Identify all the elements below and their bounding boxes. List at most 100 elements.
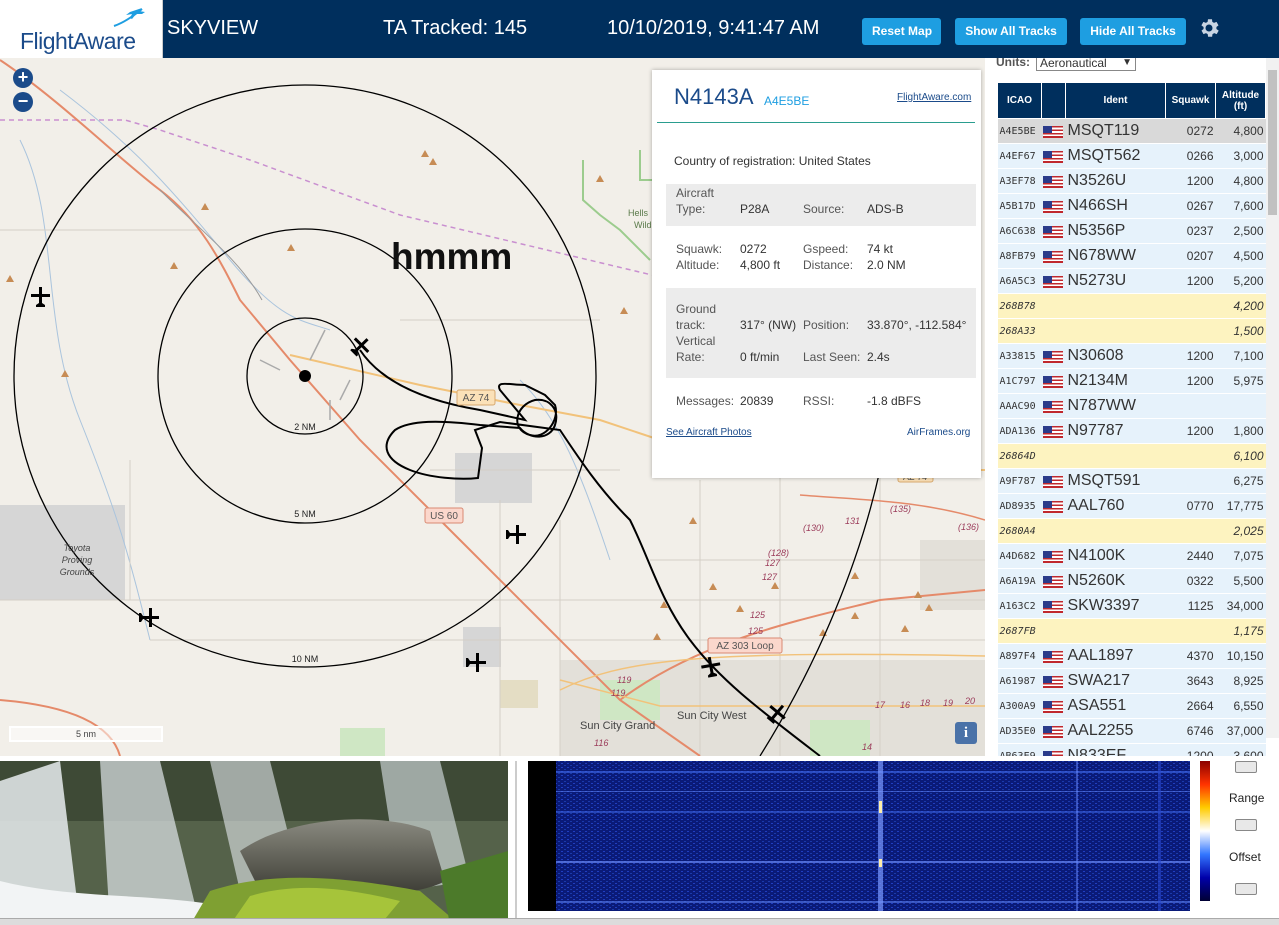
range-slider-knob[interactable] <box>1235 819 1257 831</box>
park-area <box>340 728 385 756</box>
boundary-line <box>639 150 652 181</box>
aircraft-table: ICAO Ident Squawk Altitude (ft) A4E5BE MSQ… <box>997 82 1266 756</box>
aircraft-row[interactable]: A5B17D N466SH 0267 7,600 <box>997 193 1266 219</box>
aircraft-row[interactable]: AAAC90 N787WW <box>997 393 1266 419</box>
position-label: Position: <box>803 318 850 332</box>
popup-band-messages: Messages: 20839 RSSI: -1.8 dBFS <box>666 388 976 418</box>
aircraft-icao: A897F4 <box>997 643 1042 669</box>
aircraft-row[interactable]: A4D682 N4100K 2440 7,075 <box>997 543 1266 569</box>
country-flag-icon <box>1041 243 1066 269</box>
us-flag-icon <box>1042 675 1063 688</box>
col-altitude[interactable]: Altitude (ft) <box>1215 82 1266 119</box>
us-flag-icon <box>1042 125 1063 138</box>
aircraft-row[interactable]: 268B78 4,200 <box>997 293 1266 319</box>
aircraft-row[interactable]: AB63E9 N833EF 1200 3,600 <box>997 743 1266 756</box>
aircraft-squawk: 1200 <box>1165 268 1216 294</box>
altitude-header-line2: (ft) <box>1233 100 1248 112</box>
zoom-in-button[interactable]: + <box>13 68 33 88</box>
popup-band-type: Aircraft Type: P28A Source: ADS-B <box>666 184 976 226</box>
aircraft-row[interactable]: A4EF67 MSQT562 0266 3,000 <box>997 143 1266 169</box>
us-flag-icon <box>1042 400 1063 413</box>
type-label: Type: <box>676 202 706 216</box>
hide-all-tracks-button[interactable]: Hide All Tracks <box>1080 18 1186 45</box>
aircraft-row[interactable]: A1C797 N2134M 1200 5,975 <box>997 368 1266 394</box>
aircraft-row[interactable]: A6A5C3 N5273U 1200 5,200 <box>997 268 1266 294</box>
reset-map-button[interactable]: Reset Map <box>862 18 941 45</box>
aircraft-row[interactable]: A9F787 MSQT591 6,275 <box>997 468 1266 494</box>
aircraft-row[interactable]: AD8935 AAL760 0770 17,775 <box>997 493 1266 519</box>
zoom-out-button[interactable]: − <box>13 92 33 112</box>
popup-divider <box>657 122 975 123</box>
aircraft-row[interactable]: ADA136 N97787 1200 1,800 <box>997 418 1266 444</box>
aircraft-ident: N2134M <box>1065 368 1166 394</box>
aircraft-icao: 26864D <box>997 443 1042 469</box>
map-info-button[interactable]: i <box>955 722 977 744</box>
photo-image <box>0 761 508 925</box>
aircraft-icao: 2680A4 <box>997 518 1042 544</box>
tracked-count: TA Tracked: 145 <box>383 17 528 39</box>
us-flag-icon <box>1042 650 1063 663</box>
popup-band-squawk: Squawk: 0272 Gspeed: 74 kt Altitude: 4,8… <box>666 236 976 278</box>
aircraft-list-panel: Units: Aeronautical ▼ ICAO Ident Squawk … <box>985 58 1279 756</box>
svg-text:(135): (135) <box>890 504 911 514</box>
offset-slider-knob[interactable] <box>1235 883 1257 895</box>
show-all-tracks-button[interactable]: Show All Tracks <box>955 18 1067 45</box>
us-flag-icon <box>1042 375 1063 388</box>
aircraft-row[interactable]: AD35E0 AAL2255 6746 37,000 <box>997 718 1266 744</box>
aircraft-altitude: 5,200 <box>1215 268 1266 294</box>
aircraft-row[interactable]: A8FB79 N678WW 0207 4,500 <box>997 243 1266 269</box>
aircraft-squawk <box>1165 293 1216 319</box>
aircraft-row[interactable]: A300A9 ASA551 2664 6,550 <box>997 693 1266 719</box>
aircraft-altitude: 5,500 <box>1215 568 1266 594</box>
aircraft-ident: N5260K <box>1065 568 1166 594</box>
col-icao[interactable]: ICAO <box>997 82 1042 119</box>
aircraft-row[interactable]: A61987 SWA217 3643 8,925 <box>997 668 1266 694</box>
aircraft-icao: A6C638 <box>997 218 1042 244</box>
flightaware-logo[interactable]: FlightAware <box>0 0 163 58</box>
col-squawk[interactable]: Squawk <box>1165 82 1216 119</box>
aircraft-photos-link[interactable]: See Aircraft Photos <box>666 427 752 438</box>
source-label: Source: <box>803 202 845 216</box>
receiver-location-marker[interactable] <box>299 370 311 382</box>
aircraft-ident: MSQT562 <box>1065 143 1166 169</box>
aircraft-icao: A61987 <box>997 668 1042 694</box>
svg-text:119: 119 <box>617 675 631 685</box>
popup-hex[interactable]: A4E5BE <box>764 94 809 108</box>
aircraft-row[interactable]: 2680A4 2,025 <box>997 518 1266 544</box>
aircraft-row[interactable]: 26864D 6,100 <box>997 443 1266 469</box>
waterfall-spectrum[interactable] <box>528 761 1190 911</box>
aircraft-squawk: 6746 <box>1165 718 1216 744</box>
aircraft-squawk <box>1165 468 1216 494</box>
aircraft-altitude: 6,275 <box>1215 468 1266 494</box>
aircraft-row[interactable]: A4E5BE MSQT119 0272 4,800 <box>997 118 1266 144</box>
airframes-link[interactable]: AirFrames.org <box>907 427 970 438</box>
aircraft-row[interactable]: 2687FB 1,175 <box>997 618 1266 644</box>
flightaware-link[interactable]: FlightAware.com <box>897 92 971 103</box>
svg-text:16: 16 <box>900 700 910 710</box>
aircraft-row[interactable]: A897F4 AAL1897 4370 10,150 <box>997 643 1266 669</box>
col-flag[interactable] <box>1041 82 1066 119</box>
aircraft-icao: A1C797 <box>997 368 1042 394</box>
svg-text:127: 127 <box>762 572 778 582</box>
aircraft-row[interactable]: A33815 N30608 1200 7,100 <box>997 343 1266 369</box>
settings-gear-icon[interactable] <box>1197 16 1221 40</box>
map-view[interactable]: 2 NM 5 NM 10 NM AZ 74 US 60 AZ 303 Loop … <box>0 58 985 756</box>
aircraft-row[interactable]: A163C2 SKW3397 1125 34,000 <box>997 593 1266 619</box>
aircraft-icao: A6A5C3 <box>997 268 1042 294</box>
aircraft-altitude: 4,500 <box>1215 243 1266 269</box>
list-scrollbar-thumb[interactable] <box>1268 70 1277 215</box>
top-slider-knob[interactable] <box>1235 761 1257 773</box>
col-ident[interactable]: Ident <box>1065 82 1166 119</box>
aircraft-icao: 2687FB <box>997 618 1042 644</box>
svg-text:(136): (136) <box>958 522 979 532</box>
aircraft-ident: N787WW <box>1065 393 1166 419</box>
aircraft-row[interactable]: A3EF78 N3526U 1200 4,800 <box>997 168 1266 194</box>
aircraft-icao: 268A33 <box>997 318 1042 344</box>
units-select[interactable]: Aeronautical ▼ <box>1036 58 1136 71</box>
label-sun-city-west: Sun City West <box>677 710 747 722</box>
aircraft-row[interactable]: A6A19A N5260K 0322 5,500 <box>997 568 1266 594</box>
aircraft-ident: N466SH <box>1065 193 1166 219</box>
distance-value: 2.0 NM <box>867 258 906 272</box>
aircraft-row[interactable]: 268A33 1,500 <box>997 318 1266 344</box>
aircraft-row[interactable]: A6C638 N5356P 0237 2,500 <box>997 218 1266 244</box>
